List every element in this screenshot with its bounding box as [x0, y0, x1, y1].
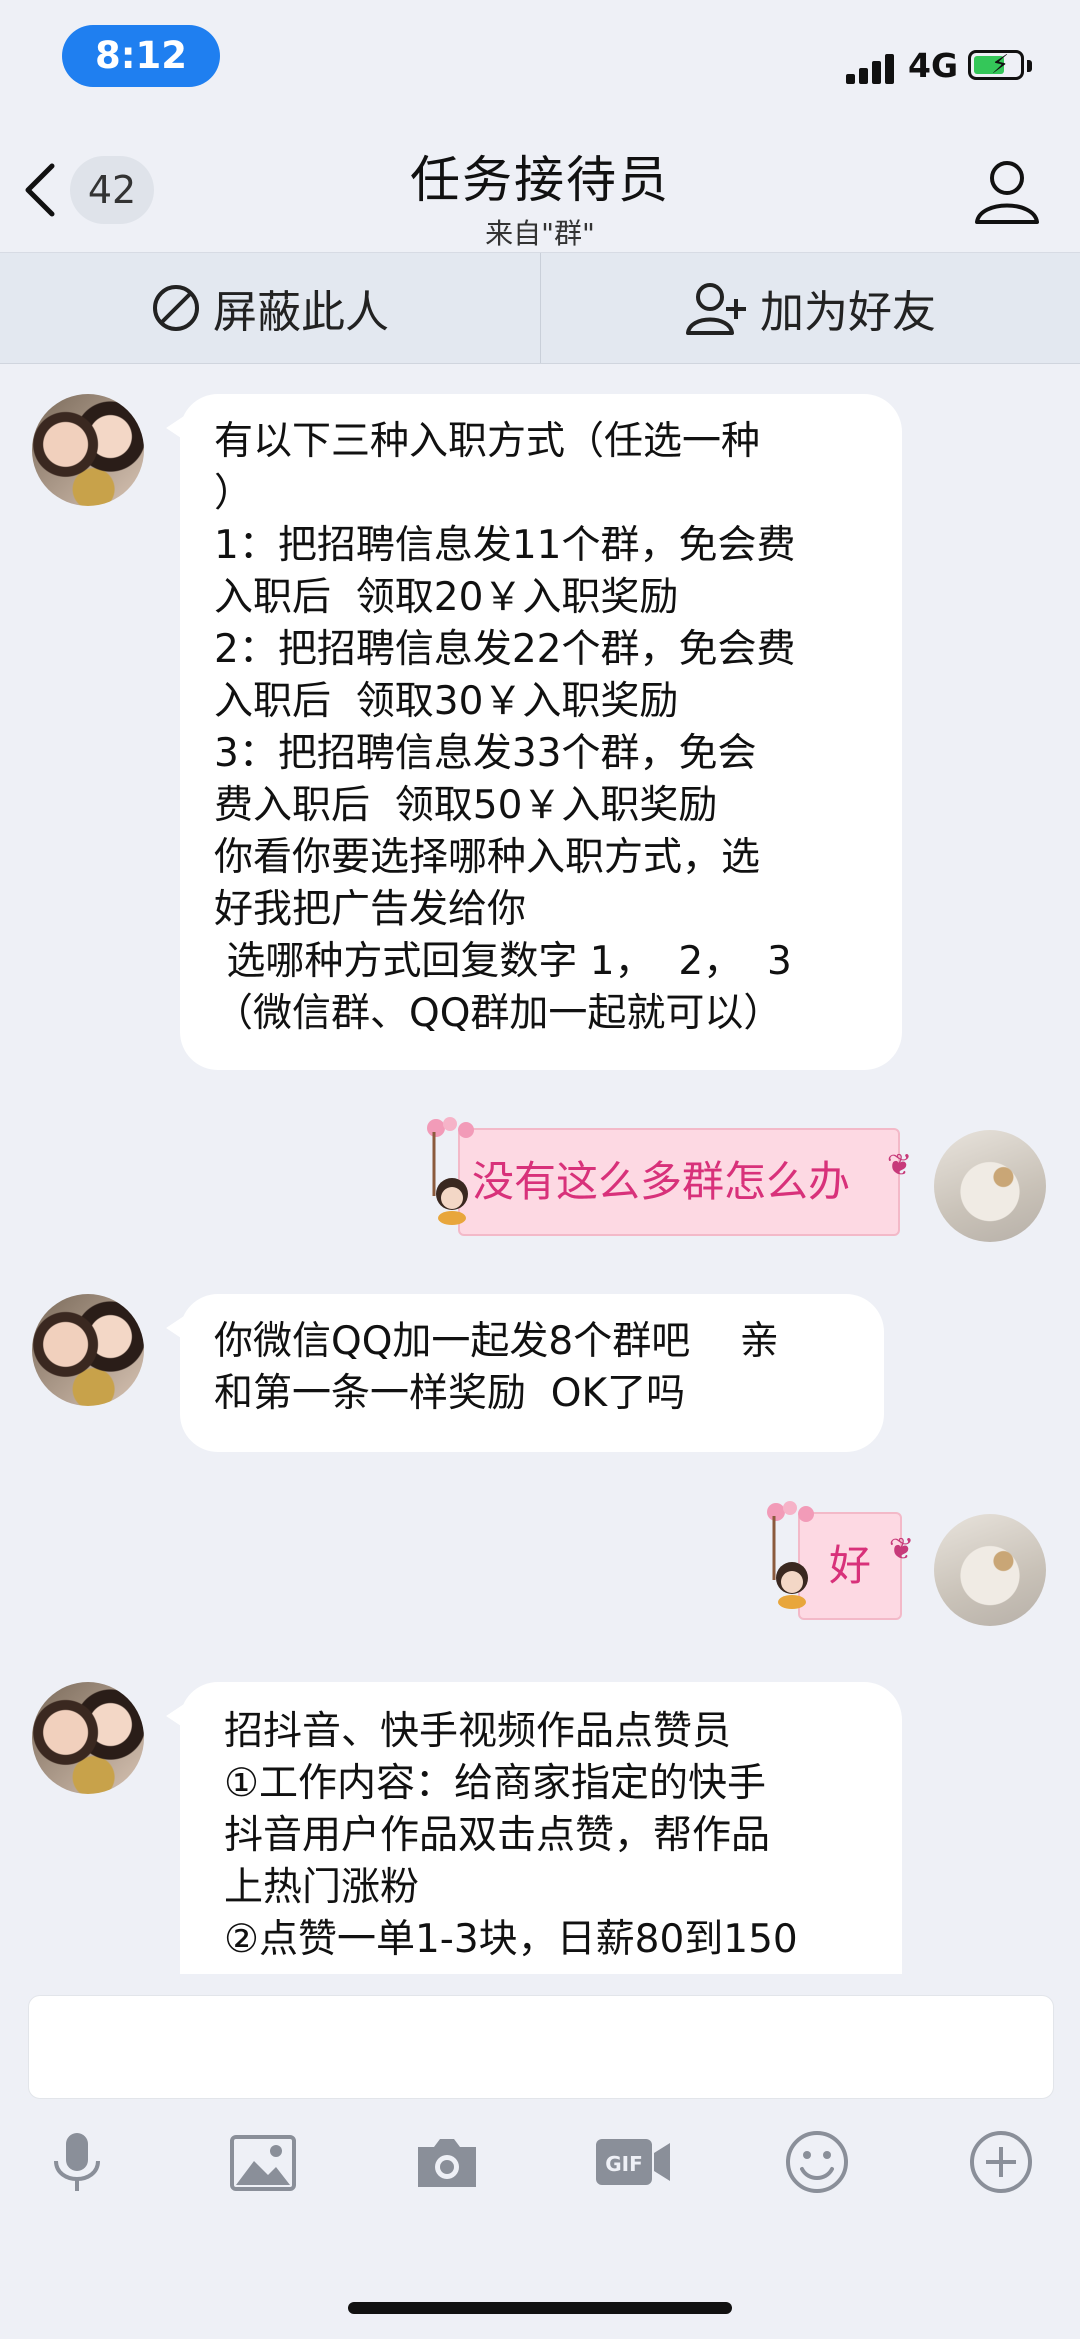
- add-friend-button[interactable]: 加为好友: [541, 253, 1080, 363]
- svg-text:GIF: GIF: [605, 2152, 643, 2176]
- add-friend-label: 加为好友: [760, 287, 936, 338]
- signal-icon: [846, 50, 896, 84]
- emoji-icon[interactable]: [782, 2127, 852, 2197]
- message-text: 你微信QQ加一起发8个群吧 亲 和第一条一样奖励 OK了吗: [214, 1319, 779, 1416]
- network-type: 4G: [908, 46, 959, 85]
- sender-avatar[interactable]: [32, 394, 144, 506]
- my-avatar[interactable]: [934, 1130, 1046, 1242]
- battery-cap: [1027, 60, 1032, 72]
- message-bubble[interactable]: 招抖音、快手视频作品点赞员 ①工作内容：给商家指定的快手 抖音用户作品双击点赞，…: [166, 1682, 902, 1974]
- butterfly-decoration: ❦: [886, 1148, 912, 1183]
- status-time: 8:12: [62, 25, 220, 87]
- message-list[interactable]: 有以下三种入职方式（任选一种 ） 1：把招聘信息发11个群，免会费 入职后 领取…: [0, 364, 1080, 1974]
- add-friend-icon: [686, 283, 746, 335]
- battery-icon: ⚡: [968, 50, 1024, 80]
- my-avatar[interactable]: [934, 1514, 1046, 1626]
- action-bar: 屏蔽此人 加为好友: [0, 253, 1080, 364]
- message-bubble[interactable]: 有以下三种入职方式（任选一种 ） 1：把招聘信息发11个群，免会费 入职后 领取…: [166, 394, 902, 1070]
- plus-icon[interactable]: [966, 2127, 1036, 2197]
- page-subtitle: 来自"群": [485, 217, 595, 250]
- sticker-message-bubble[interactable]: ❦ 好: [767, 1501, 914, 1620]
- camera-icon[interactable]: [412, 2127, 482, 2197]
- chat-header: 42 任务接待员 来自"群": [0, 120, 1080, 253]
- flower-swing-decoration: [767, 1501, 814, 1609]
- block-user-button[interactable]: 屏蔽此人: [0, 253, 540, 363]
- profile-icon[interactable]: [972, 156, 1042, 226]
- home-indicator[interactable]: [348, 2302, 732, 2314]
- sender-avatar[interactable]: [32, 1294, 144, 1406]
- microphone-icon[interactable]: [42, 2127, 112, 2197]
- block-user-label: 屏蔽此人: [213, 287, 389, 338]
- message-bubble[interactable]: 你微信QQ加一起发8个群吧 亲 和第一条一样奖励 OK了吗: [166, 1294, 884, 1452]
- message-text: 没有这么多群怎么办: [472, 1157, 851, 1206]
- message-input[interactable]: [28, 1995, 1054, 2099]
- message-text: 有以下三种入职方式（任选一种 ） 1：把招聘信息发11个群，免会费 入职后 领取…: [214, 419, 796, 1036]
- sender-avatar[interactable]: [32, 1682, 144, 1794]
- image-icon[interactable]: [228, 2127, 298, 2197]
- message-text: 好: [828, 1541, 871, 1590]
- status-bar: 8:12 4G ⚡: [0, 0, 1080, 120]
- gif-icon[interactable]: GIF: [594, 2127, 674, 2197]
- page-title: 任务接待员: [410, 151, 670, 209]
- sticker-message-bubble[interactable]: ❦ 没有这么多群怎么办: [427, 1117, 912, 1236]
- message-text: 招抖音、快手视频作品点赞员 ①工作内容：给商家指定的快手 抖音用户作品双击点赞，…: [224, 1709, 798, 1962]
- block-icon: [153, 285, 199, 331]
- butterfly-decoration: ❦: [888, 1532, 914, 1567]
- composer: GIF: [0, 1975, 1080, 2339]
- flower-swing-decoration: [427, 1117, 474, 1225]
